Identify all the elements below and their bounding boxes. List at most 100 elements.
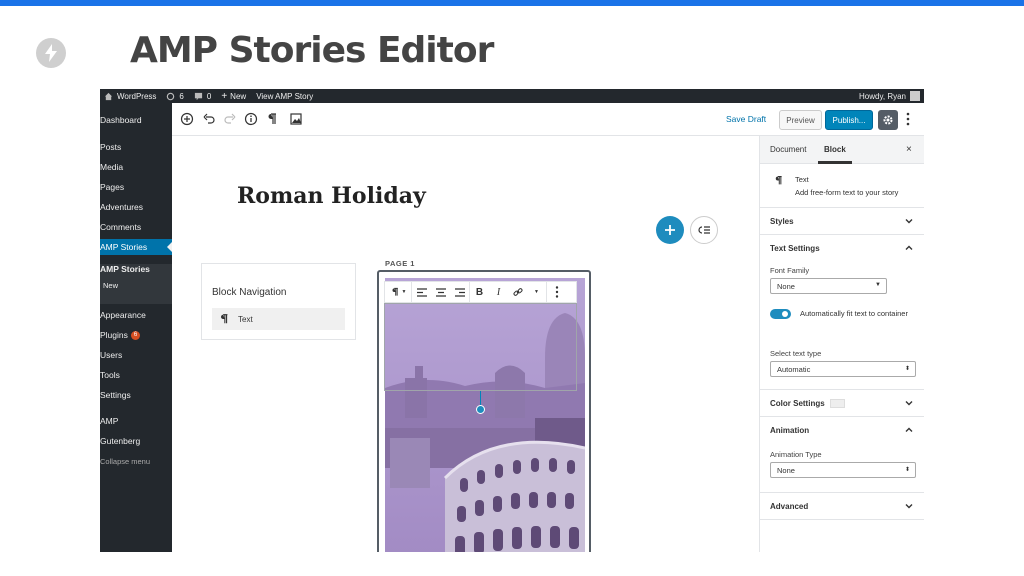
panel-title[interactable]: Text Settings xyxy=(770,244,820,253)
animation-type-select[interactable]: None ⬍ xyxy=(770,462,916,478)
add-block-icon[interactable] xyxy=(180,112,194,126)
block-navigation-panel: Block Navigation Text xyxy=(201,263,356,340)
plugins-badge: 6 xyxy=(130,330,141,340)
chevron-down-icon xyxy=(905,219,913,224)
sidebar-item-amp[interactable]: AMP xyxy=(100,413,172,429)
avatar xyxy=(910,91,920,101)
image-icon[interactable] xyxy=(289,112,303,126)
font-family-value: None xyxy=(777,281,795,291)
preview-button[interactable]: Preview xyxy=(779,110,822,130)
sidebar-item-media[interactable]: Media xyxy=(100,159,172,175)
styles-panel-header[interactable]: Styles xyxy=(760,208,924,235)
block-more-options-button[interactable] xyxy=(547,282,566,302)
align-left-button[interactable] xyxy=(412,282,431,302)
paragraph-icon[interactable] xyxy=(265,112,279,126)
sidebar-subitem-amp-stories[interactable]: AMP Stories xyxy=(100,261,172,277)
paragraph-icon xyxy=(392,287,398,296)
chevron-up-icon[interactable] xyxy=(905,244,913,252)
gear-icon xyxy=(883,115,893,125)
admin-bar-view-label: View AMP Story xyxy=(256,91,314,101)
resize-handle[interactable] xyxy=(476,405,485,414)
color-swatch xyxy=(830,399,845,408)
sidebar-item-users[interactable]: Users xyxy=(100,347,172,363)
admin-sidebar: Dashboard Posts Media Pages Adventures C… xyxy=(100,103,172,552)
align-center-button[interactable] xyxy=(431,282,450,302)
admin-bar-site-label: WordPress xyxy=(117,91,157,101)
sidebar-item-pages[interactable]: Pages xyxy=(100,179,172,195)
settings-toggle-button[interactable] xyxy=(878,110,898,130)
selected-text-block[interactable] xyxy=(384,303,577,391)
save-draft-button[interactable]: Save Draft xyxy=(726,114,766,124)
block-editor: Save Draft Preview Publish... Roman Holi… xyxy=(172,103,924,552)
publish-button[interactable]: Publish... xyxy=(825,110,873,130)
slide-title: AMP Stories Editor xyxy=(130,30,494,71)
panel-title: Advanced xyxy=(770,502,809,511)
admin-bar: WordPress 6 0 + New View AMP Story Howdy… xyxy=(100,89,924,103)
page-label: PAGE 1 xyxy=(385,259,415,268)
close-icon[interactable]: × xyxy=(906,144,912,155)
auto-fit-toggle[interactable] xyxy=(770,309,791,319)
font-family-select[interactable]: None ▼ xyxy=(770,278,887,294)
settings-tabs: Document Block × xyxy=(760,136,924,164)
align-right-button[interactable] xyxy=(450,282,469,302)
block-card-description: Add free-form text to your story xyxy=(795,188,899,197)
more-formatting-button[interactable]: ▼ xyxy=(527,282,546,302)
block-type-switcher[interactable]: ▼ xyxy=(385,282,411,302)
block-navigation-item-label: Text xyxy=(238,314,253,324)
sidebar-item-posts[interactable]: Posts xyxy=(100,139,172,155)
admin-bar-account[interactable]: Howdy, Ryan xyxy=(859,89,920,103)
redo-icon[interactable] xyxy=(223,112,237,126)
sidebar-item-amp-stories[interactable]: AMP Stories xyxy=(100,239,172,255)
toggle-knob xyxy=(782,311,788,317)
tab-block[interactable]: Block xyxy=(824,145,846,154)
sidebar-item-appearance[interactable]: Appearance xyxy=(100,307,172,323)
sidebar-item-settings[interactable]: Settings xyxy=(100,387,172,403)
add-page-button[interactable] xyxy=(656,216,684,244)
comment-icon xyxy=(194,92,202,100)
text-type-value: Automatic xyxy=(777,364,811,374)
chevron-up-icon[interactable] xyxy=(905,426,913,434)
home-icon xyxy=(104,92,113,100)
sidebar-item-dashboard[interactable]: Dashboard xyxy=(100,112,172,128)
advanced-panel-header[interactable]: Advanced xyxy=(760,493,924,520)
undo-icon[interactable] xyxy=(202,112,216,126)
panel-title[interactable]: Animation xyxy=(770,426,809,435)
paragraph-icon xyxy=(775,176,782,185)
admin-bar-new-label: New xyxy=(230,91,247,101)
reorder-pages-button[interactable] xyxy=(690,216,718,244)
bold-button[interactable]: B xyxy=(470,282,489,302)
color-settings-panel-header[interactable]: Color Settings xyxy=(760,390,924,417)
sidebar-collapse-menu[interactable]: Collapse menu xyxy=(100,453,172,469)
link-button[interactable] xyxy=(508,282,527,302)
sidebar-item-tools[interactable]: Tools xyxy=(100,367,172,383)
italic-button[interactable]: I xyxy=(489,282,508,302)
font-family-label: Font Family xyxy=(770,266,810,275)
text-type-select[interactable]: Automatic ⬍ xyxy=(770,361,916,377)
tab-document[interactable]: Document xyxy=(770,145,806,154)
block-navigation-item-text[interactable]: Text xyxy=(212,308,345,330)
updown-icon: ⬍ xyxy=(904,366,910,372)
plus-icon xyxy=(665,225,675,235)
auto-fit-label: Automatically fit text to container xyxy=(800,309,908,318)
sidebar-item-comments[interactable]: Comments xyxy=(100,219,172,235)
editor-toolbar: Save Draft Preview Publish... xyxy=(172,103,924,136)
wordpress-screenshot: WordPress 6 0 + New View AMP Story Howdy… xyxy=(100,89,924,552)
sidebar-item-plugins[interactable]: Plugins 6 xyxy=(100,327,172,343)
admin-bar-updates[interactable]: 6 xyxy=(166,92,184,101)
bold-icon: B xyxy=(475,286,484,298)
info-icon[interactable] xyxy=(244,112,258,126)
more-options-icon[interactable] xyxy=(906,112,910,126)
amp-logo-icon xyxy=(36,38,66,68)
story-title[interactable]: Roman Holiday xyxy=(237,183,426,209)
admin-bar-comments[interactable]: 0 xyxy=(194,92,211,101)
sidebar-item-gutenberg[interactable]: Gutenberg xyxy=(100,433,172,449)
align-center-icon xyxy=(435,287,446,297)
sidebar-subitem-new[interactable]: New xyxy=(100,277,172,293)
admin-bar-new[interactable]: + New xyxy=(221,91,246,102)
admin-bar-view[interactable]: View AMP Story xyxy=(256,92,313,101)
admin-bar-site[interactable]: WordPress xyxy=(104,92,156,101)
admin-bar-greeting: Howdy, Ryan xyxy=(859,91,906,101)
link-icon xyxy=(513,288,522,296)
block-card-name: Text xyxy=(795,175,809,184)
sidebar-item-adventures[interactable]: Adventures xyxy=(100,199,172,215)
